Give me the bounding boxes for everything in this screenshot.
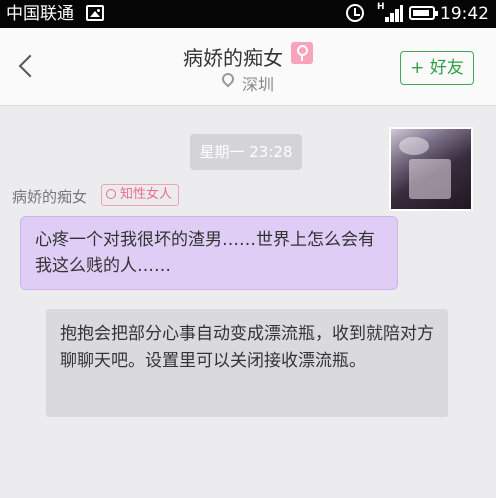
contact-location: 深圳 [241, 75, 274, 94]
message-timestamp: 星期一 23:28 [190, 134, 302, 170]
system-notice: 抱抱会把部分心事自动变成漂流瓶，收到就陪对方聊聊天吧。设置里可以关闭接收漂流瓶。 [46, 309, 448, 417]
status-time: 19:42 [440, 4, 489, 24]
contact-name: 病娇的痴女 [183, 46, 283, 70]
sender-tag-badge: 知性女人 [101, 184, 180, 206]
sender-name: 病娇的痴女 [12, 188, 88, 206]
female-icon [291, 42, 313, 64]
female-icon [106, 189, 116, 199]
battery-icon [409, 6, 438, 20]
status-bar: 中国联通 H 19:42 [0, 0, 496, 28]
alarm-icon [346, 4, 364, 22]
network-type-label: H [377, 2, 385, 12]
sender-tag-label: 知性女人 [120, 187, 173, 202]
add-friend-button[interactable]: + 好友 [400, 51, 474, 85]
chat-header: 病娇的痴女 深圳 + 好友 [0, 28, 496, 106]
signal-icon: H [377, 2, 403, 24]
message-bubble[interactable]: 心疼一个对我很坏的渣男……世界上怎么会有我这么贱的人…… [20, 216, 398, 290]
location-pin-icon [219, 70, 237, 88]
image-notification-icon [86, 5, 104, 21]
avatar[interactable] [389, 127, 473, 211]
carrier-name: 中国联通 [6, 4, 74, 24]
